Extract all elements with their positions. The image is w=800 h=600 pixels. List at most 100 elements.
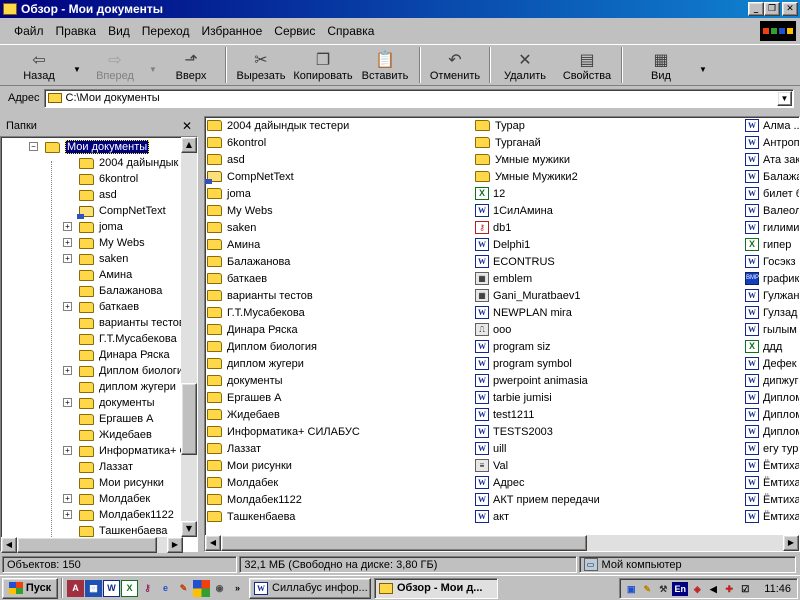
file-item[interactable]: Лаззат (207, 440, 475, 457)
minimize-button[interactable]: _ (748, 2, 764, 16)
close-button[interactable]: ✕ (782, 2, 798, 16)
file-item[interactable]: W Гулзад (745, 304, 799, 321)
tree-item-my-documents[interactable]: Мои документы − (29, 139, 150, 155)
scroll-right-button[interactable]: ▶ (783, 535, 799, 551)
quicklaunch-more-icon[interactable]: » (229, 580, 246, 597)
file-item[interactable]: W Адрес (475, 474, 743, 491)
file-item[interactable]: Wuill (475, 440, 743, 457)
copy-button[interactable]: ❐ Копировать (292, 45, 354, 85)
start-button[interactable]: Пуск (2, 577, 58, 599)
file-item[interactable]: W TESTS2003 (475, 423, 743, 440)
close-pane-icon[interactable]: ✕ (182, 119, 192, 133)
file-item[interactable]: Г.Т.Мусабекова (207, 304, 475, 321)
tree-item[interactable]: Г.Т.Мусабекова (79, 331, 177, 347)
expand-icon[interactable]: + (63, 510, 72, 519)
file-item[interactable]: варианты тестов (207, 287, 475, 304)
tree-item[interactable]: Диплом биологи + (63, 363, 183, 379)
file-item[interactable]: W Алма .. (745, 117, 799, 134)
tree-item[interactable]: варианты тестов (79, 315, 185, 331)
file-item[interactable]: ≡ Val (475, 457, 743, 474)
file-item[interactable]: Wprogram symbol (475, 355, 743, 372)
file-item[interactable]: Умные Мужики2 (475, 168, 743, 185)
quicklaunch-office-icon[interactable] (193, 579, 210, 597)
file-item[interactable]: Турганай (475, 134, 743, 151)
delete-button[interactable]: ✕ Удалить (494, 45, 556, 85)
tree-item[interactable]: 6kontrol (79, 171, 138, 187)
file-item[interactable]: Ташкенбаева (207, 508, 475, 525)
file-item[interactable]: Xгипер (745, 236, 799, 253)
quicklaunch-excel-icon[interactable]: X (121, 579, 138, 597)
language-indicator[interactable]: En (672, 581, 689, 596)
scroll-thumb[interactable] (181, 383, 197, 455)
file-item[interactable]: диплом жугери (207, 355, 475, 372)
file-item[interactable]: W Диплом (745, 423, 799, 440)
task-button-explorer[interactable]: Обзор - Мои д... (374, 577, 498, 599)
file-item[interactable]: Wбилет б (745, 185, 799, 202)
tray-network-icon[interactable]: ▣ (624, 582, 638, 596)
quicklaunch-ie-icon[interactable]: e (157, 580, 174, 597)
file-item[interactable]: Турар (475, 117, 743, 134)
file-item[interactable]: Динара Ряска (207, 321, 475, 338)
address-dropdown-button[interactable]: ▼ (777, 90, 792, 106)
file-item[interactable]: Амина (207, 236, 475, 253)
file-item[interactable]: Ергашев А (207, 389, 475, 406)
file-item[interactable]: W Delphi1 (475, 236, 743, 253)
quicklaunch-word-icon[interactable]: W (103, 579, 120, 597)
quicklaunch-grid-icon[interactable]: ▦ (85, 579, 102, 597)
file-item[interactable]: Wtest1211 (475, 406, 743, 423)
view-button[interactable]: ▦ Вид (626, 45, 696, 85)
file-item[interactable]: W Госэкз (745, 253, 799, 270)
tray-volume-icon[interactable]: ◀ (706, 582, 720, 596)
scroll-left-button[interactable]: ◀ (1, 537, 17, 553)
file-item[interactable]: Жидебаев (207, 406, 475, 423)
expand-icon[interactable]: + (63, 398, 72, 407)
tree-item[interactable]: документы + (63, 395, 155, 411)
file-item[interactable]: W NEWPLAN mira (475, 304, 743, 321)
restore-button[interactable]: ❐ (764, 2, 780, 16)
tree-horizontal-scrollbar[interactable]: ◀ ▶ (1, 537, 183, 553)
tree-item[interactable]: Лаззат (79, 459, 133, 475)
expand-icon[interactable]: + (63, 446, 72, 455)
file-item[interactable]: ▦ emblem (475, 270, 743, 287)
scroll-left-button[interactable]: ◀ (205, 535, 221, 551)
forward-dropdown[interactable]: ▼ (146, 45, 160, 85)
file-item[interactable]: 6kontrol (207, 134, 475, 151)
expand-icon[interactable]: + (63, 302, 72, 311)
menu-edit[interactable]: Правка (50, 24, 103, 38)
file-item[interactable]: Балажанова (207, 253, 475, 270)
file-item[interactable]: Умные мужики (475, 151, 743, 168)
file-item[interactable]: W ECONTRUS (475, 253, 743, 270)
file-item[interactable]: Мои рисунки (207, 457, 475, 474)
file-item[interactable]: X 12 (475, 185, 743, 202)
quicklaunch-key-icon[interactable]: ⚷ (139, 580, 156, 597)
file-item[interactable]: Wtarbie jumisi (475, 389, 743, 406)
expand-icon[interactable]: + (63, 254, 72, 263)
file-item[interactable]: W Ёмтиха (745, 491, 799, 508)
tree-item[interactable]: Мои рисунки (79, 475, 164, 491)
up-button[interactable]: ⬏ Вверх (160, 45, 222, 85)
file-item[interactable]: Wегу тур (745, 440, 799, 457)
expand-icon[interactable]: + (63, 366, 72, 375)
tree-item[interactable]: Балажанова (79, 283, 162, 299)
file-item[interactable]: W Гулжан (745, 287, 799, 304)
file-item[interactable]: My Webs (207, 202, 475, 219)
file-item[interactable]: Wакт (475, 508, 743, 525)
file-item[interactable]: BMP графики (745, 270, 799, 287)
file-item[interactable]: saken (207, 219, 475, 236)
tree-item[interactable]: Молдабек1122 + (63, 507, 174, 523)
tree-item[interactable]: баткаев + (63, 299, 139, 315)
file-item[interactable]: W Диплом (745, 389, 799, 406)
tray-pencil-icon[interactable]: ✎ (640, 582, 654, 596)
tree-item[interactable]: Динара Ряска (79, 347, 170, 363)
scroll-thumb[interactable] (221, 535, 587, 551)
files-horizontal-scrollbar[interactable]: ◀ ▶ (205, 535, 799, 551)
paste-button[interactable]: 📋 Вставить (354, 45, 416, 85)
scroll-right-button[interactable]: ▶ (167, 537, 183, 553)
menu-file[interactable]: Файл (8, 24, 50, 38)
task-button-syllabus[interactable]: W Силлабус инфор... (249, 577, 371, 599)
tree-item[interactable]: Информатика+ С + (63, 443, 187, 459)
collapse-icon[interactable]: − (29, 142, 38, 151)
tree-item[interactable]: asd (79, 187, 117, 203)
file-item[interactable]: joma (207, 185, 475, 202)
tray-tool-icon[interactable]: ⚒ (656, 582, 670, 596)
